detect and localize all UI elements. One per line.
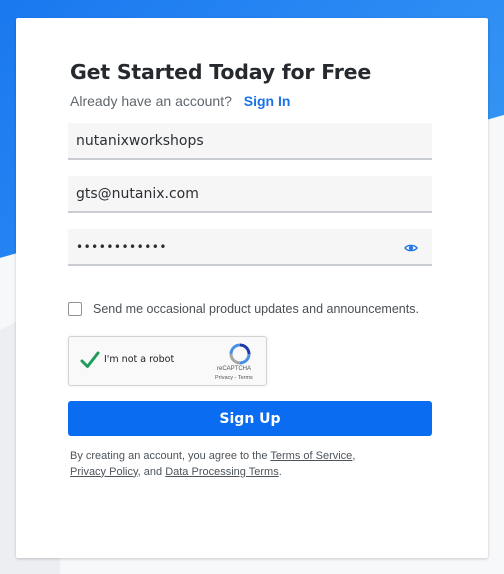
password-input[interactable]: •••••••••••• <box>76 240 167 254</box>
recaptcha-widget: I'm not a robot reCAPTCHA Privacy - Term… <box>68 336 267 386</box>
signup-card: Get Started Today for Free Already have … <box>16 18 488 558</box>
eye-icon[interactable] <box>404 241 418 255</box>
password-field[interactable]: •••••••••••• <box>68 229 432 266</box>
updates-checkbox[interactable] <box>68 302 82 316</box>
page-title: Get Started Today for Free <box>70 60 372 84</box>
updates-checkbox-label: Send me occasional product updates and a… <box>93 302 419 316</box>
data-processing-terms-link[interactable]: Data Processing Terms <box>165 466 279 478</box>
recaptcha-brand: reCAPTCHA <box>217 366 252 372</box>
sign-up-button[interactable]: Sign Up <box>68 401 432 436</box>
legal-suffix: . <box>278 465 282 478</box>
legal-separator-2: , and <box>137 465 163 478</box>
username-field <box>68 123 432 160</box>
recaptcha-privacy-terms[interactable]: Privacy - Terms <box>215 375 253 381</box>
sign-in-prompt: Already have an account? Sign In <box>70 93 290 109</box>
recaptcha-label: I'm not a robot <box>104 354 175 365</box>
email-input[interactable] <box>68 176 432 211</box>
recaptcha-logo-icon <box>229 343 251 365</box>
have-account-text: Already have an account? <box>70 93 232 109</box>
legal-text: By creating an account, you agree to the… <box>70 449 390 480</box>
terms-of-service-link[interactable]: Terms of Service <box>270 450 352 462</box>
checkmark-icon[interactable] <box>79 349 101 371</box>
email-field <box>68 176 432 213</box>
privacy-policy-link[interactable]: Privacy Policy <box>70 466 138 478</box>
username-input[interactable] <box>68 123 432 158</box>
sign-in-link[interactable]: Sign In <box>244 93 291 109</box>
legal-prefix: By creating an account, you agree to the <box>70 450 268 462</box>
updates-option: Send me occasional product updates and a… <box>68 302 419 316</box>
legal-separator-1: , <box>352 450 356 462</box>
